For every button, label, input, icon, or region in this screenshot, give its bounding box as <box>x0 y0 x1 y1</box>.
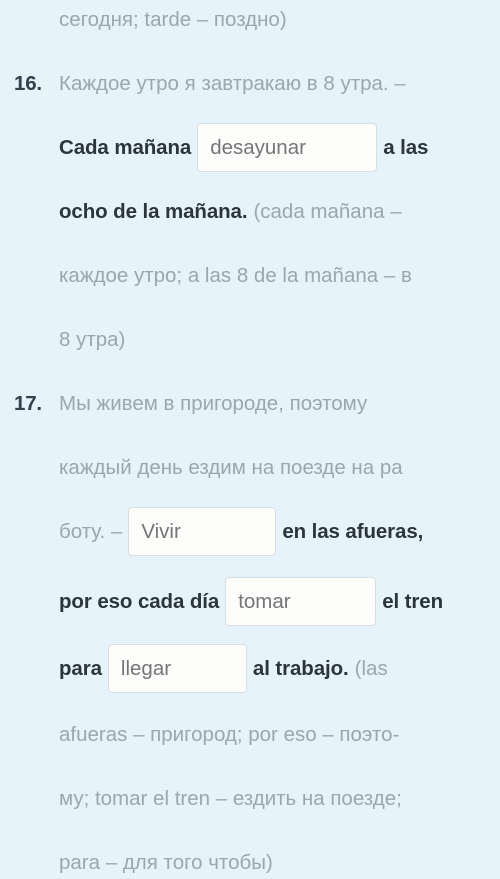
prompt-text-17c: боту. – <box>59 520 123 543</box>
exercise-sheet: сегодня; tarde – поздно) 16. Каждое утро… <box>0 0 500 879</box>
blank-input-vivir[interactable] <box>128 507 277 557</box>
item-number-17: 17. <box>14 392 42 415</box>
hint-text-17b: afueras – пригород; por eso – поэто- <box>59 723 400 746</box>
answer-text-after-tomar: el tren <box>382 590 444 613</box>
exercise-line: сегодня; tarde – поздно) <box>0 0 500 52</box>
exercise-line: por eso cada día el tren <box>0 570 500 634</box>
hint-text-16c: 8 утра) <box>59 328 126 351</box>
hint-text-17c: му; tomar el tren – ездить на поезде; <box>59 787 402 810</box>
prompt-text-16: Каждое утро я завтракаю в 8 утра. – <box>59 72 406 95</box>
answer-text-tail-16: ocho de la mañana. <box>59 200 248 223</box>
exercise-line: para – для того чтобы) <box>0 831 500 879</box>
answer-text-after-vivir: en las afueras, <box>282 520 424 543</box>
hint-text-16a: (cada mañana – <box>253 200 402 223</box>
answer-text-before-llegar: para <box>59 657 102 680</box>
answer-text-after-llegar: al trabajo. <box>252 657 349 680</box>
answer-line-17b: por eso cada día el tren <box>59 570 443 634</box>
hint-text-17d: para – для того чтобы) <box>59 851 273 874</box>
answer-line-17c: para al trabajo.(las <box>59 637 388 701</box>
exercise-line: 16. Каждое утро я завтракаю в 8 утра. – <box>0 52 500 116</box>
blank-input-llegar[interactable] <box>107 644 247 694</box>
exercise-line: каждое утро; a las 8 de la mañana – в <box>0 244 500 308</box>
answer-line-16a: Cada mañana a las <box>59 116 428 180</box>
exercise-line: afueras – пригород; por eso – поэто- <box>0 703 500 767</box>
exercise-line: боту. – en las afueras, <box>0 500 500 564</box>
hint-text-continuation: сегодня; tarde – поздно) <box>59 8 287 31</box>
prompt-text-17a: Мы живем в пригороде, поэтому <box>59 392 368 415</box>
blank-input-tomar[interactable] <box>225 577 377 627</box>
answer-line-17a: боту. – en las afueras, <box>59 500 423 564</box>
hint-text-16b: каждое утро; a las 8 de la mañana – в <box>59 264 412 287</box>
exercise-line: каждый день ездим на поезде на ра <box>0 436 500 500</box>
answer-text-after-desayunar: a las <box>383 136 429 159</box>
exercise-line: 17. Мы живем в пригороде, поэтому <box>0 372 500 436</box>
exercise-line: Cada mañana a las <box>0 116 500 180</box>
prompt-text-17b: каждый день ездим на поезде на ра <box>59 456 403 479</box>
blank-input-desayunar[interactable] <box>197 123 378 173</box>
exercise-line: ocho de la mañana. (cada mañana – <box>0 180 500 244</box>
exercise-line: му; tomar el tren – ездить на поезде; <box>0 767 500 831</box>
item-number-16: 16. <box>14 72 42 95</box>
exercise-line: 8 утра) <box>0 308 500 372</box>
answer-text-before-desayunar: Cada mañana <box>59 136 192 159</box>
answer-line-16b: ocho de la mañana. (cada mañana – <box>59 180 402 244</box>
answer-text-before-tomar: por eso cada día <box>59 590 220 613</box>
hint-text-17a: (las <box>354 657 388 680</box>
exercise-line: para al trabajo.(las <box>0 637 500 701</box>
